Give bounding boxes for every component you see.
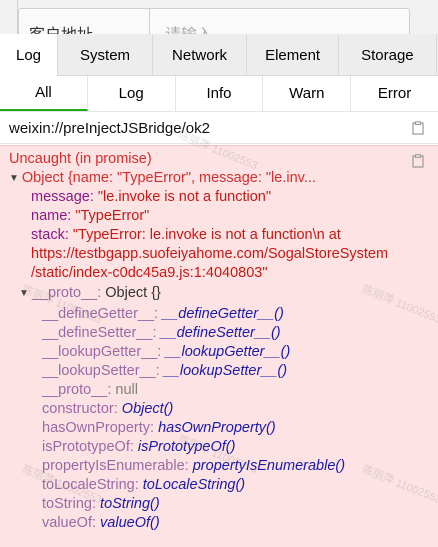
- proto-item: toLocaleString: toLocaleString(): [42, 477, 246, 493]
- tab-network[interactable]: Network: [153, 34, 248, 76]
- prop-value: toString(): [100, 496, 160, 512]
- tab-storage[interactable]: Storage: [339, 34, 437, 76]
- tab-element[interactable]: Element: [247, 34, 340, 76]
- stack-continuation: https://testbgapp.suofeiyahome.com/Sogal…: [31, 246, 389, 262]
- proto-item: __proto__: null: [42, 382, 138, 398]
- prop-key: __defineGetter__: [42, 306, 155, 322]
- tab-system[interactable]: System: [58, 34, 154, 76]
- vconsole-panel: Log System Network Element Storage All L…: [0, 34, 438, 547]
- watermark: 陈丽萍 11002553: [360, 283, 438, 327]
- filter-error[interactable]: Error: [351, 76, 438, 111]
- log-entry: weixin://preInjectJSBridge/ok2: [0, 112, 438, 144]
- prop-key: message: [31, 189, 90, 205]
- error-object-summary: Object {name: "TypeError", message: "le.…: [21, 170, 316, 186]
- prop-key: stack: [31, 227, 65, 243]
- proto-item: propertyIsEnumerable: propertyIsEnumerab…: [42, 458, 346, 474]
- prop-key: name: [31, 208, 68, 224]
- copy-icon[interactable]: [412, 154, 424, 168]
- error-object-toggle[interactable]: ▼ Object {name: "TypeError", message: "le…: [9, 169, 316, 189]
- proto-item: isPrototypeOf: isPrototypeOf(): [42, 439, 236, 455]
- proto-item: constructor: Object(): [42, 401, 174, 417]
- proto-item: hasOwnProperty: hasOwnProperty(): [42, 420, 276, 436]
- prop-value: Object {}: [105, 285, 161, 301]
- prop-value: toLocaleString(): [142, 477, 246, 493]
- background-form: 客户地址 请输入: [0, 0, 438, 36]
- prop-key: __proto__: [42, 382, 108, 398]
- prop-value: propertyIsEnumerable(): [192, 458, 346, 474]
- prop-value: "TypeError": [75, 208, 150, 224]
- prop-value: __defineGetter__(): [162, 306, 284, 322]
- proto-toggle[interactable]: ▼ __proto__: Object {}: [19, 284, 161, 304]
- prop-value: isPrototypeOf(): [137, 439, 236, 455]
- prop-value: null: [115, 382, 138, 398]
- proto-item: __defineGetter__: __defineGetter__(): [42, 306, 284, 322]
- proto-item: valueOf: valueOf(): [42, 515, 160, 531]
- top-tab-bar: Log System Network Element Storage: [0, 34, 438, 76]
- prop-key: __lookupGetter__: [42, 344, 158, 360]
- prop-key: __lookupSetter__: [42, 363, 156, 379]
- prop-name: name: "TypeError": [31, 208, 150, 224]
- prop-key: __defineSetter__: [42, 325, 153, 341]
- proto-item: toString: toString(): [42, 496, 160, 512]
- prop-key: __proto__: [31, 285, 98, 301]
- tab-log[interactable]: Log: [0, 34, 59, 76]
- prop-value: valueOf(): [100, 515, 160, 531]
- prop-value: __lookupSetter__(): [163, 363, 288, 379]
- prop-value: __defineSetter__(): [160, 325, 281, 341]
- caret-down-icon: ▼: [9, 173, 19, 184]
- address-row: 客户地址 请输入: [18, 8, 410, 36]
- log-filter-bar: All Log Info Warn Error: [0, 76, 438, 112]
- proto-item: __defineSetter__: __defineSetter__(): [42, 325, 281, 341]
- prop-value: hasOwnProperty(): [158, 420, 276, 436]
- prop-value: Object(): [121, 401, 174, 417]
- prop-key: hasOwnProperty: [42, 420, 150, 436]
- address-divider: [149, 9, 150, 36]
- prop-stack: stack: "TypeError: le.invoke is not a fu…: [31, 227, 341, 243]
- log-entry-text: weixin://preInjectJSBridge/ok2: [9, 120, 210, 137]
- prop-key: isPrototypeOf: [42, 439, 130, 455]
- watermark: 陈丽萍 11002553: [360, 463, 438, 507]
- error-entry: Uncaught (in promise) ▼ Object {name: "Ty…: [0, 130, 438, 547]
- copy-icon[interactable]: [412, 121, 424, 135]
- prop-key: propertyIsEnumerable: [42, 458, 185, 474]
- proto-item: __lookupSetter__: __lookupSetter__(): [42, 363, 288, 379]
- caret-down-icon: ▼: [19, 288, 29, 299]
- error-title: Uncaught (in promise): [9, 151, 152, 167]
- prop-message: message: "le.invoke is not a function": [31, 189, 272, 205]
- filter-info[interactable]: Info: [176, 76, 264, 111]
- filter-all[interactable]: All: [0, 76, 88, 111]
- prop-key: toLocaleString: [42, 477, 135, 493]
- prop-value: __lookupGetter__(): [165, 344, 291, 360]
- proto-item: __lookupGetter__: __lookupGetter__(): [42, 344, 291, 360]
- background-left-border: [0, 0, 18, 36]
- stack-continuation: /static/index-c0dc45a9.js:1:4040803": [31, 265, 268, 281]
- prop-value: "le.invoke is not a function": [97, 189, 272, 205]
- filter-log[interactable]: Log: [88, 76, 176, 111]
- prop-key: valueOf: [42, 515, 92, 531]
- prop-value: "TypeError: le.invoke is not a function\…: [72, 227, 341, 243]
- prop-key: toString: [42, 496, 92, 512]
- filter-warn[interactable]: Warn: [263, 76, 352, 111]
- prop-key: constructor: [42, 401, 114, 417]
